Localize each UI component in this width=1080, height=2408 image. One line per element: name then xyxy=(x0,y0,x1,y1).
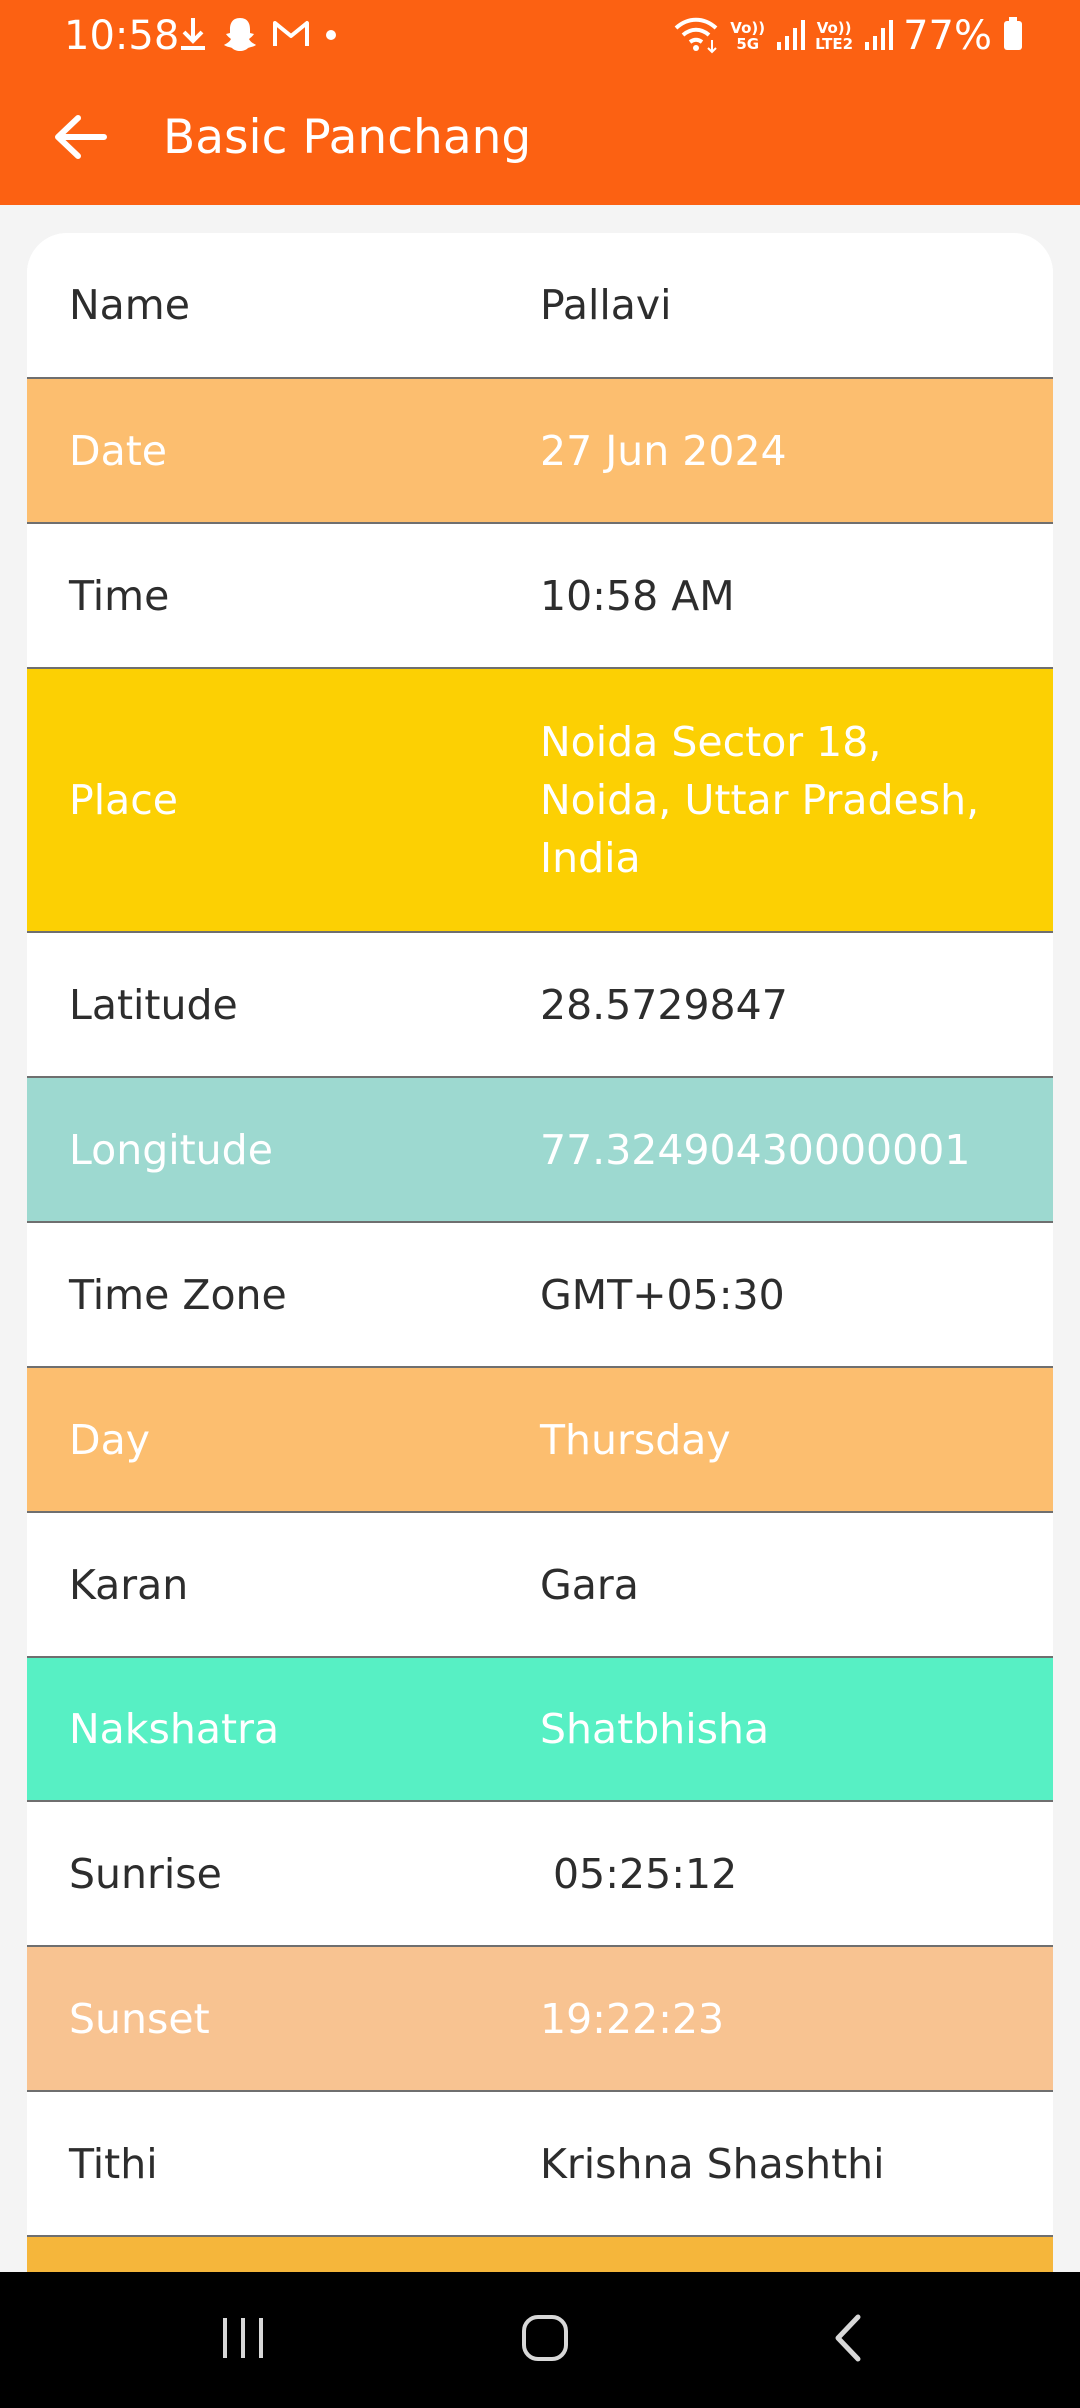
battery-percentage: 77% xyxy=(903,13,992,59)
content-area: Name Pallavi Date 27 Jun 2024 Time 10:58… xyxy=(0,205,1080,2272)
row-label: Longitude xyxy=(69,1125,273,1174)
table-row-latitude: Latitude 28.5729847 xyxy=(27,933,1053,1078)
home-icon xyxy=(520,2313,570,2367)
row-value: Noida Sector 18, Noida, Uttar Pradesh, I… xyxy=(540,718,980,882)
wifi-icon xyxy=(672,14,720,58)
table-row-tithi: Tithi Krishna Shashthi xyxy=(27,2092,1053,2237)
status-bar: 10:58 Vo)) 5G Vo)) LTE2 77% xyxy=(0,0,1080,72)
row-value: Gara xyxy=(540,1560,639,1609)
row-label: Tithi xyxy=(69,2139,158,2188)
row-label: Nakshatra xyxy=(69,1705,280,1753)
row-label: Sunrise xyxy=(69,1849,222,1898)
row-label: Latitude xyxy=(69,980,238,1029)
battery-icon xyxy=(1002,16,1024,56)
navigation-bar xyxy=(0,2272,1080,2408)
status-time: 10:58 xyxy=(64,13,180,59)
table-row-partial xyxy=(27,2237,1053,2272)
back-button[interactable] xyxy=(40,102,120,176)
volte-5g-icon: Vo)) 5G xyxy=(730,19,766,53)
recent-apps-icon xyxy=(218,2315,268,2365)
row-label: Place xyxy=(69,776,179,824)
arrow-left-icon xyxy=(52,114,108,164)
table-row-place: Place Noida Sector 18, Noida, Uttar Prad… xyxy=(27,669,1053,933)
row-value: Shatbhisha xyxy=(540,1705,770,1753)
row-value: 77.32490430000001 xyxy=(540,1125,971,1174)
row-value: 28.5729847 xyxy=(540,980,788,1029)
table-row-karan: Karan Gara xyxy=(27,1513,1053,1658)
row-value: 27 Jun 2024 xyxy=(540,426,787,475)
row-value: 19:22:23 xyxy=(540,1994,725,2043)
table-row-sunset: Sunset 19:22:23 xyxy=(27,1947,1053,2092)
snapchat-icon xyxy=(222,15,258,57)
download-icon xyxy=(178,14,208,58)
signal-icon xyxy=(863,16,894,56)
recent-apps-button[interactable] xyxy=(183,2300,303,2380)
table-row-day: Day Thursday xyxy=(27,1368,1053,1513)
panchang-table: Name Pallavi Date 27 Jun 2024 Time 10:58… xyxy=(27,233,1053,2272)
app-bar: Basic Panchang xyxy=(0,72,1080,205)
row-label: Sunset xyxy=(69,1994,210,2043)
table-row-date: Date 27 Jun 2024 xyxy=(27,379,1053,524)
gmail-icon xyxy=(272,18,310,54)
signal-icon xyxy=(775,16,806,56)
table-row-time: Time 10:58 AM xyxy=(27,524,1053,669)
dot-icon xyxy=(324,27,338,46)
system-icons: Vo)) 5G Vo)) LTE2 77% xyxy=(672,10,1024,62)
row-value: 10:58 AM xyxy=(540,571,735,620)
row-label: Time xyxy=(69,571,170,620)
home-button[interactable] xyxy=(485,2300,605,2380)
row-label: Karan xyxy=(69,1560,189,1609)
row-label: Date xyxy=(69,426,167,475)
row-label: Name xyxy=(69,281,190,329)
table-row-sunrise: Sunrise 05:25:12 xyxy=(27,1802,1053,1947)
volte-lte2-icon: Vo)) LTE2 xyxy=(815,19,854,53)
row-value: Thursday xyxy=(540,1415,731,1464)
row-label: Day xyxy=(69,1415,150,1464)
row-value: Pallavi xyxy=(540,281,672,329)
table-row-nakshatra: Nakshatra Shatbhisha xyxy=(27,1658,1053,1802)
row-value: 05:25:12 xyxy=(540,1849,738,1898)
page-title: Basic Panchang xyxy=(163,110,532,165)
row-label: Time Zone xyxy=(69,1270,287,1319)
nav-back-button[interactable] xyxy=(788,2300,908,2380)
table-row-name: Name Pallavi xyxy=(27,233,1053,379)
notification-icons xyxy=(178,14,338,58)
table-row-longitude: Longitude 77.32490430000001 xyxy=(27,1078,1053,1223)
row-value: GMT+05:30 xyxy=(540,1270,785,1319)
table-row-time-zone: Time Zone GMT+05:30 xyxy=(27,1223,1053,1368)
back-icon xyxy=(830,2313,866,2367)
row-value: Krishna Shashthi xyxy=(540,2139,885,2188)
